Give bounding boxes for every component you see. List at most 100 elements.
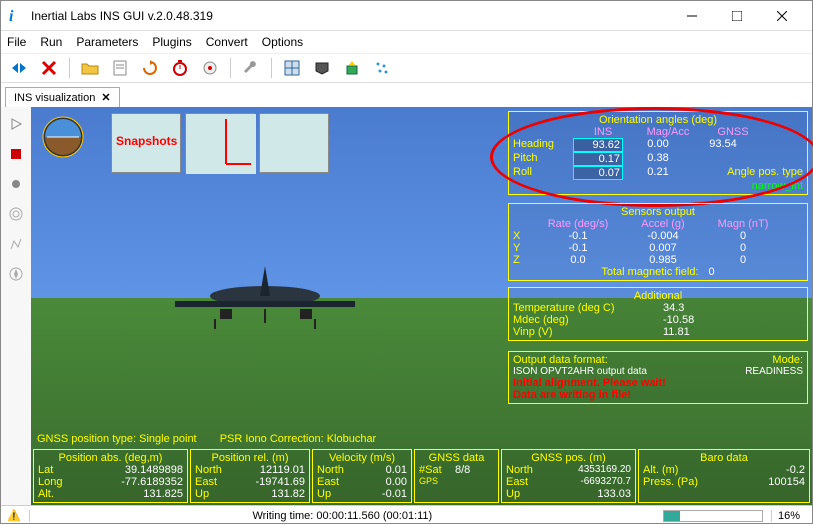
orientation-title: Orientation angles (deg) [513, 114, 803, 126]
pos-rel-title: Position rel. (m) [195, 452, 305, 464]
output-format: ISON OPVT2AHR output data [513, 366, 745, 377]
tab-ins-visualization[interactable]: INS visualization ✕ [5, 87, 120, 107]
connect-icon [10, 61, 28, 75]
msg-alignment: Initial alignment. Please wait! [513, 377, 803, 389]
vel-east-label: East [317, 476, 357, 488]
menu-file[interactable]: File [7, 35, 26, 49]
radar-icon [9, 207, 23, 221]
record-button[interactable] [7, 175, 25, 193]
z-rate: 0.0 [533, 254, 623, 266]
north-value: 12119.01 [235, 464, 305, 476]
col-magacc: Mag/Acc [633, 126, 703, 138]
temp-label: Temperature (deg C) [513, 302, 663, 314]
disk-icon [314, 61, 330, 75]
vel-north: 0.01 [357, 464, 407, 476]
warning-icon: ⚠️ [7, 509, 21, 522]
scatter-button[interactable] [372, 58, 392, 78]
pitch-ins: 0.17 [573, 152, 623, 166]
long-value: -77.6189352 [74, 476, 183, 488]
snapshot-1[interactable]: Snapshots [111, 113, 181, 173]
table-button[interactable] [282, 58, 302, 78]
compass-button[interactable] [7, 265, 25, 283]
sensors-title: Sensors output [513, 206, 803, 218]
gnss-pos-title: GNSS pos. (m) [506, 452, 631, 464]
title-bar: i Inertial Labs INS GUI v.2.0.48.319 [1, 1, 812, 31]
gnss-up: 133.03 [546, 488, 631, 500]
sensors-panel: Sensors output Rate (deg/s) Accel (g) Ma… [508, 203, 808, 281]
connect-button[interactable] [9, 58, 29, 78]
east-label: East [195, 476, 235, 488]
tab-close-icon[interactable]: ✕ [101, 91, 110, 104]
bottom-panels: Position abs. (deg,m) Lat39.1489898 Long… [33, 449, 810, 503]
attitude-indicator [41, 115, 85, 159]
vinp-label: Vinp (V) [513, 326, 663, 338]
menu-plugins[interactable]: Plugins [152, 35, 191, 49]
gnss-pos-type-label: GNSS position type: [37, 433, 136, 445]
timer-button[interactable] [170, 58, 190, 78]
open-file-button[interactable] [80, 58, 100, 78]
snapshot-2[interactable] [185, 113, 255, 173]
heading-label: Heading [513, 138, 573, 152]
disconnect-button[interactable] [39, 58, 59, 78]
tab-bar: INS visualization ✕ [1, 83, 812, 107]
disk-button[interactable] [312, 58, 332, 78]
roll-magacc: 0.21 [623, 166, 693, 180]
baro-panel: Baro data Alt. (m)-0.2 Press. (Pa)100154 [638, 449, 810, 503]
path-icon [9, 237, 23, 251]
vel-north-label: North [317, 464, 357, 476]
velocity-title: Velocity (m/s) [317, 452, 407, 464]
progress-percent: 16% [771, 510, 806, 522]
radar-button[interactable] [7, 205, 25, 223]
col-magn: Magn (nT) [703, 218, 783, 230]
vel-up: -0.01 [357, 488, 407, 500]
vel-east: 0.00 [357, 476, 407, 488]
sat-value: 8/8 [455, 464, 470, 476]
stopwatch-icon [172, 60, 188, 76]
total-mag: 0 [709, 266, 715, 278]
mode-label: Mode: [643, 354, 803, 366]
separator [230, 58, 231, 78]
refresh-button[interactable] [140, 58, 160, 78]
mode-value: READINESS [745, 366, 803, 377]
x-icon [41, 60, 57, 76]
calibrate-icon [202, 60, 218, 76]
menu-convert[interactable]: Convert [206, 35, 248, 49]
path-button[interactable] [7, 235, 25, 253]
stop-button[interactable] [7, 145, 25, 163]
play-icon [9, 117, 23, 131]
alt-label: Alt. [38, 488, 74, 500]
wrench-icon [243, 60, 259, 76]
menu-options[interactable]: Options [262, 35, 303, 49]
close-button[interactable] [759, 2, 804, 30]
calibrate-button[interactable] [200, 58, 220, 78]
x-label: X [513, 230, 533, 242]
output-format-label: Output data format: [513, 354, 643, 366]
menu-bar: File Run Parameters Plugins Convert Opti… [1, 31, 812, 53]
left-sidebar [1, 107, 31, 505]
msg-writing: Data are writing in file! [513, 389, 803, 401]
progress-fill [664, 511, 680, 521]
snapshots-label: Snapshots [116, 134, 177, 148]
3d-view[interactable]: Snapshots Orientation angles (deg) INS [31, 107, 812, 505]
notepad-button[interactable] [110, 58, 130, 78]
play-button[interactable] [7, 115, 25, 133]
col-rate: Rate (deg/s) [533, 218, 623, 230]
snapshot-3[interactable] [259, 113, 329, 173]
progress-bar [663, 510, 763, 522]
menu-run[interactable]: Run [40, 35, 62, 49]
y-accel: 0.007 [623, 242, 703, 254]
minimize-button[interactable] [669, 2, 714, 30]
mdec-label: Mdec (deg) [513, 314, 663, 326]
menu-parameters[interactable]: Parameters [76, 35, 138, 49]
minimize-icon [687, 11, 697, 21]
baro-alt-label: Alt. (m) [643, 464, 713, 476]
close-icon [777, 11, 787, 21]
refresh-icon [142, 60, 158, 76]
maximize-button[interactable] [714, 2, 759, 30]
lat-value: 39.1489898 [74, 464, 183, 476]
record-icon [10, 178, 22, 190]
export-button[interactable] [342, 58, 362, 78]
sat-label: #Sat [419, 464, 455, 476]
heading-gnss: 93.54 [693, 138, 753, 152]
settings-button[interactable] [241, 58, 261, 78]
